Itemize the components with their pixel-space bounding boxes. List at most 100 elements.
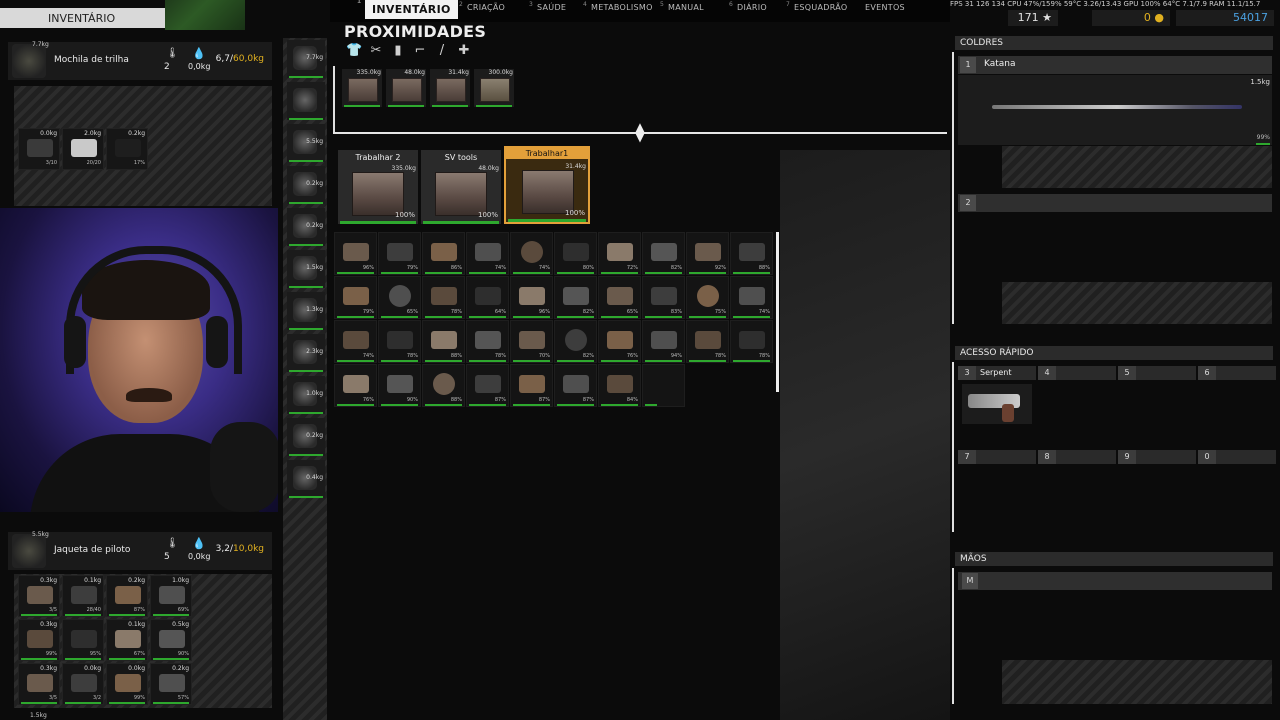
tab-esquadrao[interactable]: 7 ESQUADRÃO	[786, 1, 847, 12]
container-trabalhar-2[interactable]: Trabalhar 2 335.0kg 100%	[338, 150, 418, 224]
container-item-slot[interactable]: 76%	[598, 320, 641, 363]
container-item-slot[interactable]: 94%	[642, 320, 685, 363]
equipment-slot[interactable]: 5.5kg	[287, 124, 325, 162]
container-item-slot[interactable]: 87%	[510, 364, 553, 407]
revolver-slot-area[interactable]	[962, 384, 1032, 424]
equipment-slot[interactable]: 2.3kg	[287, 334, 325, 372]
container-item-slot[interactable]: 78%	[422, 276, 465, 319]
holster-slot-1[interactable]: 1 Katana	[958, 56, 1272, 74]
container-item-slot[interactable]: 76%	[334, 364, 377, 407]
katana-slot-area[interactable]: 1.5kg 99%	[958, 75, 1272, 145]
hands-slot[interactable]: M	[958, 572, 1272, 590]
container-item-slot[interactable]: 78%	[378, 320, 421, 363]
container-trabalhar1[interactable]: Trabalhar1 31.4kg 100%	[504, 146, 590, 224]
shirt-filter-icon[interactable]: 👕	[346, 43, 362, 59]
nearby-crate[interactable]: 48.0kg	[386, 69, 426, 107]
container-item-slot[interactable]: 82%	[642, 232, 685, 275]
jacket-slot[interactable]: 0.1kg 28/40	[62, 575, 104, 617]
equipment-slot[interactable]: 0.2kg	[287, 166, 325, 204]
container-item-slot[interactable]: 96%	[334, 232, 377, 275]
container-item-slot[interactable]: 65%	[598, 276, 641, 319]
quick-slot[interactable]: 4	[1038, 366, 1116, 380]
jacket-slot[interactable]: 0.2kg 87%	[106, 575, 148, 617]
container-item-slot[interactable]: 88%	[730, 232, 773, 275]
container-item-slot[interactable]: 83%	[642, 276, 685, 319]
grid-scrollbar[interactable]	[776, 232, 779, 392]
tab-eventos[interactable]: EVENTOS	[865, 3, 905, 12]
equipment-slot[interactable]: 0.4kg	[287, 460, 325, 498]
container-item-slot[interactable]: 82%	[554, 276, 597, 319]
jacket-slot[interactable]: 0.3kg 99%	[18, 619, 60, 661]
knife-filter-icon[interactable]: /	[434, 43, 450, 59]
nearby-crate[interactable]: 31.4kg	[430, 69, 470, 107]
backpack-slot[interactable]: 0.2kg 17%	[106, 128, 148, 170]
container-item-slot[interactable]: 90%	[378, 364, 421, 407]
backpack-container[interactable]: 7.7kg Mochila de trilha 🌡 💧 2 0,0kg 6,7/…	[8, 41, 272, 80]
equipment-slot[interactable]: 1.3kg	[287, 292, 325, 330]
tools-filter-icon[interactable]: ✂	[368, 43, 384, 59]
container-item-slot[interactable]: 78%	[466, 320, 509, 363]
container-item-slot[interactable]: 79%	[334, 276, 377, 319]
equipment-slot[interactable]: 1.5kg	[287, 250, 325, 288]
jacket-slot[interactable]: 0.5kg 90%	[150, 619, 192, 661]
container-item-slot[interactable]: 64%	[466, 276, 509, 319]
container-item-slot[interactable]: 74%	[466, 232, 509, 275]
quick-slot[interactable]: 0	[1198, 450, 1276, 464]
container-item-slot[interactable]: 70%	[510, 320, 553, 363]
resize-arrows-icon[interactable]: ▲ ▼	[631, 121, 649, 148]
tab-metabolismo[interactable]: 4 METABOLISMO	[583, 1, 653, 12]
container-item-slot[interactable]: 87%	[554, 364, 597, 407]
quick-slot[interactable]: 6	[1198, 366, 1276, 380]
jacket-slot[interactable]: 0.1kg 67%	[106, 619, 148, 661]
container-item-slot[interactable]: 78%	[730, 320, 773, 363]
container-item-slot[interactable]: 87%	[466, 364, 509, 407]
quick-slot[interactable]: 7	[958, 450, 1036, 464]
jacket-container[interactable]: 5.5kg Jaqueta de piloto 🌡 💧 5 0,0kg 3,2/…	[8, 531, 272, 570]
container-item-slot[interactable]: 74%	[334, 320, 377, 363]
container-item-slot[interactable]: 75%	[686, 276, 729, 319]
equipment-slot[interactable]	[287, 82, 325, 120]
container-item-slot[interactable]	[642, 364, 685, 407]
quick-slot[interactable]: 5	[1118, 366, 1196, 380]
equipment-slot[interactable]: 0.2kg	[287, 418, 325, 456]
container-item-slot[interactable]: 82%	[554, 320, 597, 363]
container-item-slot[interactable]: 74%	[730, 276, 773, 319]
jacket-slot[interactable]: 1.0kg 69%	[150, 575, 192, 617]
nearby-crate[interactable]: 335.0kg	[342, 69, 382, 107]
jacket-slot[interactable]: 0.0kg 3/2	[62, 663, 104, 705]
jacket-slot[interactable]: 95%	[62, 619, 104, 661]
medical-filter-icon[interactable]: ✚	[456, 43, 472, 59]
holster-slot-2[interactable]: 2	[958, 194, 1272, 212]
container-item-slot[interactable]: 80%	[554, 232, 597, 275]
tab-inventario[interactable]: 1 INVENTÁRIO	[357, 0, 458, 19]
container-item-slot[interactable]: 72%	[598, 232, 641, 275]
container-item-slot[interactable]: 86%	[422, 232, 465, 275]
jacket-slot[interactable]: 0.2kg 57%	[150, 663, 192, 705]
jacket-slot[interactable]: 0.3kg 3/5	[18, 663, 60, 705]
jacket-slot[interactable]: 0.0kg 99%	[106, 663, 148, 705]
container-sv-tools[interactable]: SV tools 48.0kg 100%	[421, 150, 501, 224]
container-item-slot[interactable]: 96%	[510, 276, 553, 319]
container-item-slot[interactable]: 84%	[598, 364, 641, 407]
quick-slot[interactable]: 8	[1038, 450, 1116, 464]
container-item-slot[interactable]: 79%	[378, 232, 421, 275]
container-item-slot[interactable]: 65%	[378, 276, 421, 319]
container-item-slot[interactable]: 92%	[686, 232, 729, 275]
backpack-slot[interactable]: 0.0kg 3/10	[18, 128, 60, 170]
nearby-crate[interactable]: 300.0kg	[474, 69, 514, 107]
equipment-slot[interactable]: 7.7kg	[287, 40, 325, 78]
backpack-slot[interactable]: 2.0kg 20/20	[62, 128, 104, 170]
equipment-slot[interactable]: 0.2kg	[287, 208, 325, 246]
container-item-slot[interactable]: 88%	[422, 320, 465, 363]
tab-diario[interactable]: 6 DIÁRIO	[729, 1, 767, 12]
quick-slot[interactable]: 3 Serpent	[958, 366, 1036, 380]
container-item-slot[interactable]: 78%	[686, 320, 729, 363]
container-item-slot[interactable]: 74%	[510, 232, 553, 275]
gun-filter-icon[interactable]: ⌐	[412, 43, 428, 59]
equipment-slot[interactable]: 1.0kg	[287, 376, 325, 414]
tab-manual[interactable]: 5 MANUAL	[660, 1, 704, 12]
tab-saude[interactable]: 3 SAÚDE	[529, 1, 566, 12]
container-item-slot[interactable]: 88%	[422, 364, 465, 407]
tab-criacao[interactable]: 2 CRIAÇÃO	[459, 1, 505, 12]
quick-slot[interactable]: 9	[1118, 450, 1196, 464]
